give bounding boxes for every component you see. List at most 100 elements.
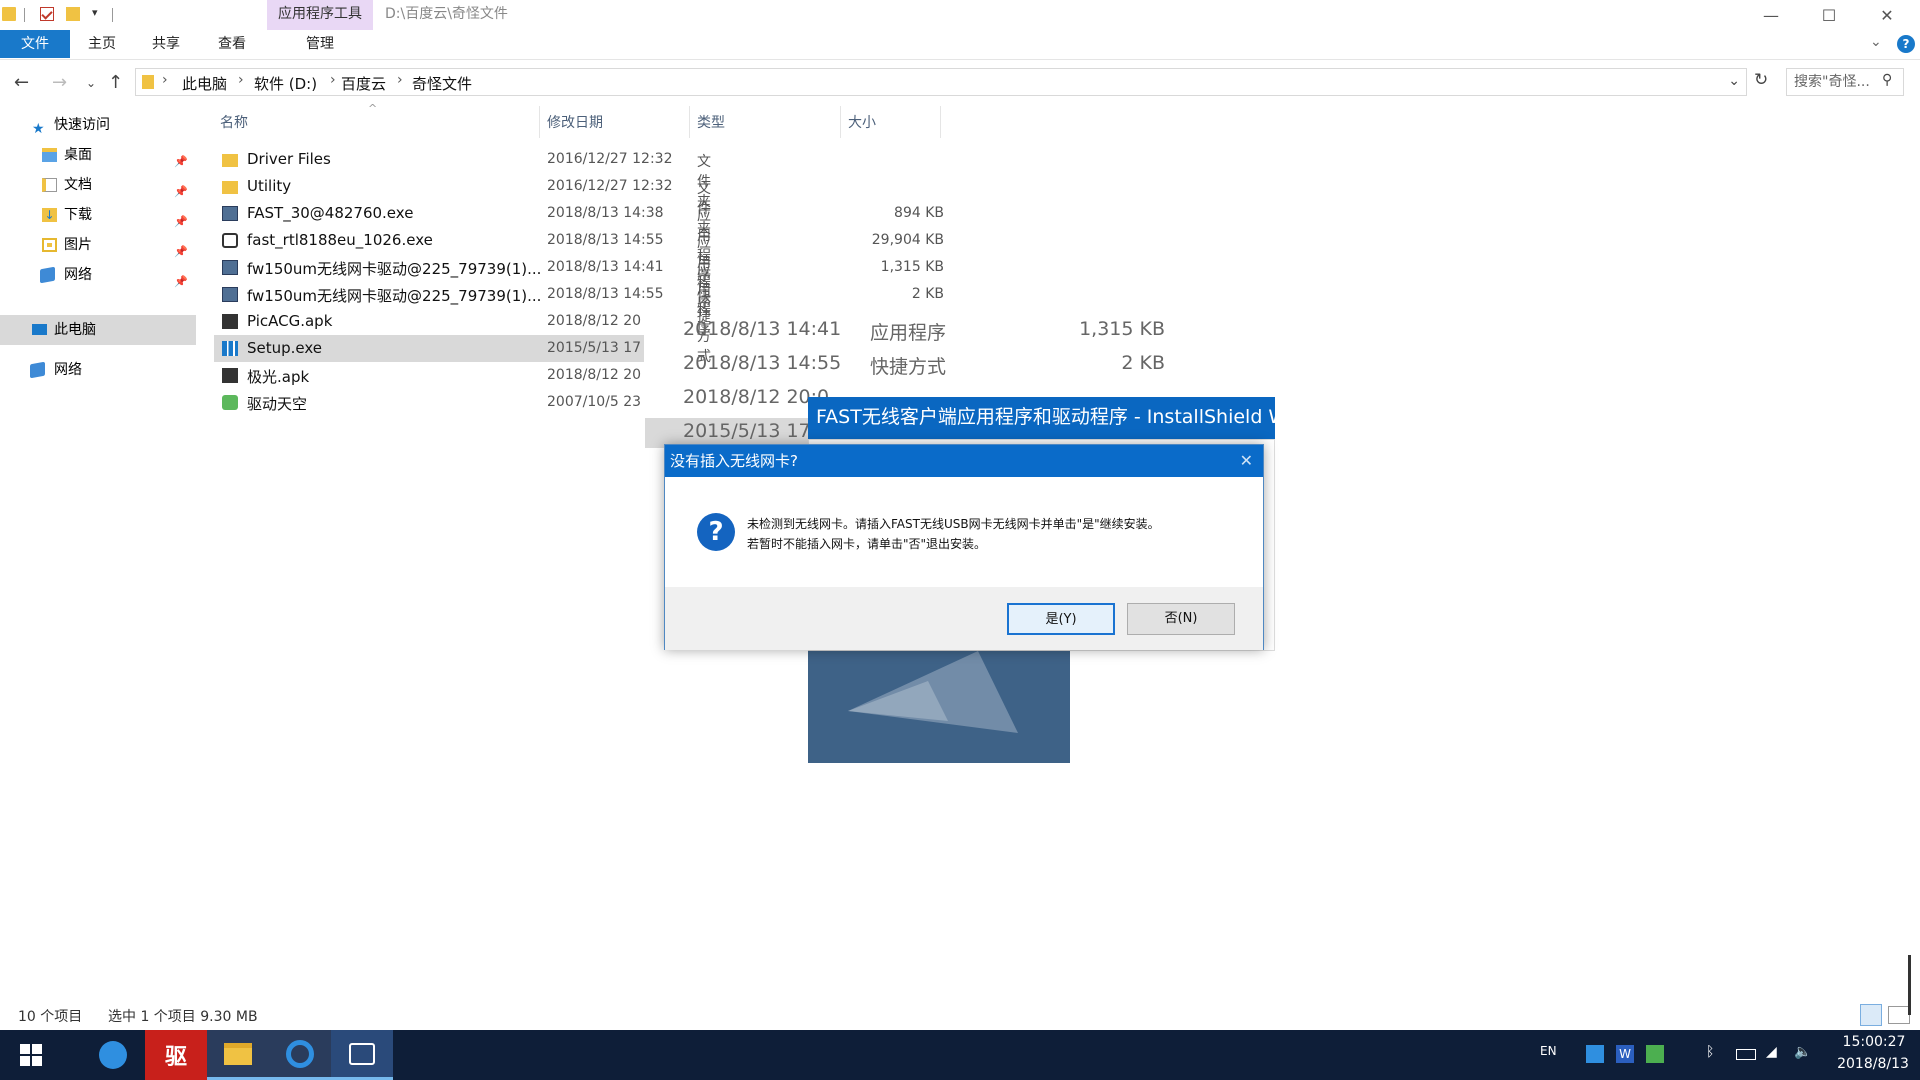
nav-item-network-pinned[interactable]: 网络 📌 xyxy=(0,260,196,290)
properties-icon[interactable] xyxy=(40,7,54,21)
maximize-button[interactable]: ☐ xyxy=(1800,0,1858,30)
tab-manage[interactable]: 管理 xyxy=(267,30,373,58)
downloads-icon: ↓ xyxy=(42,208,57,222)
file-row[interactable]: fw150um无线网卡驱动@225_79739(1)... 2018/8/13 1… xyxy=(214,254,944,338)
taskbar-app-driver-genius[interactable]: 驱 xyxy=(145,1030,207,1080)
resize-handle[interactable] xyxy=(1908,955,1911,1015)
installshield-title: FAST无线客户端应用程序和驱动程序 - InstallShield W xyxy=(808,397,1275,439)
language-indicator[interactable]: EN xyxy=(1540,1044,1557,1058)
nav-network[interactable]: 网络 xyxy=(0,355,196,385)
file-name: fw150um无线网卡驱动@225_79739(1)... xyxy=(247,260,542,278)
close-icon[interactable]: ✕ xyxy=(1240,451,1253,470)
chevron-right-icon[interactable]: › xyxy=(162,72,168,88)
back-arrow-icon[interactable]: ← xyxy=(14,72,29,93)
crumb-baiduyun[interactable]: 百度云 xyxy=(341,73,386,94)
installer-icon xyxy=(349,1042,375,1065)
address-dropdown-icon[interactable]: ⌄ xyxy=(1728,73,1740,89)
chevron-right-icon[interactable]: › xyxy=(397,72,403,88)
file-date: 2015/5/13 17 xyxy=(547,340,642,356)
taskbar-app-file-explorer[interactable] xyxy=(207,1030,269,1080)
star-icon: ★ xyxy=(32,121,45,137)
forward-arrow-icon[interactable]: → xyxy=(52,72,67,93)
tab-file[interactable]: 文件 xyxy=(0,30,70,58)
installer-icon xyxy=(222,206,238,221)
taskbar-app-installer[interactable] xyxy=(331,1030,393,1080)
close-button[interactable]: ✕ xyxy=(1858,0,1916,30)
tray-app2-icon[interactable] xyxy=(1646,1045,1664,1063)
status-bar: 10 个项目 选中 1 个项目 9.30 MB xyxy=(0,1000,1920,1030)
navigation-pane: ★ 快速访问 桌面 📌 文档 📌 ↓ 下载 📌 图片 📌 网络 📌 此电脑 网络 xyxy=(0,110,196,1000)
column-headers: ^ 名称 修改日期 类型 大小 xyxy=(214,102,944,138)
column-size[interactable]: 大小 xyxy=(848,112,876,132)
large-icons-view-icon[interactable] xyxy=(1888,1006,1910,1024)
taskbar: 驱 EN W ᛒ ◢ 🔈 15:00:27 2018/8/13 xyxy=(0,1030,1920,1080)
new-folder-icon[interactable] xyxy=(66,7,80,21)
setup-chart-icon xyxy=(222,341,238,356)
bluetooth-icon[interactable]: ᛒ xyxy=(1706,1044,1714,1060)
file-row[interactable]: fast_rtl8188eu_1026.exe 2018/8/13 14:55 应用… xyxy=(214,227,944,311)
chevron-right-icon[interactable]: › xyxy=(330,72,336,88)
file-row[interactable]: Utility 2016/12/27 12:32 文件夹 xyxy=(214,173,711,237)
pin-icon[interactable]: 📌 xyxy=(174,267,188,297)
file-row[interactable]: FAST_30@482760.exe 2018/8/13 14:38 应用程序 894… xyxy=(214,200,944,284)
clock-date[interactable]: 2018/8/13 xyxy=(1828,1056,1918,1072)
shortcut-icon xyxy=(222,395,238,410)
tab-view[interactable]: 查看 xyxy=(206,30,258,58)
battery-icon[interactable] xyxy=(1736,1049,1756,1060)
tab-share[interactable]: 共享 xyxy=(140,30,192,58)
nav-item-documents[interactable]: 文档 📌 xyxy=(0,170,196,200)
details-view-icon[interactable] xyxy=(1860,1004,1882,1026)
column-name[interactable]: 名称 xyxy=(220,112,248,132)
wifi-icon[interactable]: ◢ xyxy=(1766,1044,1777,1060)
help-icon[interactable]: ? xyxy=(1897,35,1915,53)
search-icon[interactable]: ⚲ xyxy=(1882,72,1892,88)
taskbar-app-maxthon[interactable] xyxy=(82,1030,144,1080)
file-row[interactable]: Setup.exe 2015/5/13 17 xyxy=(214,335,644,362)
crumb-weird-files[interactable]: 奇怪文件 xyxy=(412,73,472,94)
file-name: Driver Files xyxy=(247,150,331,168)
clock-time[interactable]: 15:00:27 xyxy=(1836,1034,1912,1050)
customize-quick-access-icon[interactable]: ▾ xyxy=(92,6,102,20)
ghost-size: 2 KB xyxy=(1121,352,1165,374)
network-icon xyxy=(40,266,55,284)
nav-quick-access[interactable]: ★ 快速访问 xyxy=(0,110,196,140)
nav-item-downloads[interactable]: ↓ 下载 📌 xyxy=(0,200,196,230)
expand-ribbon-icon[interactable]: ⌄ xyxy=(1870,34,1882,50)
no-button[interactable]: 否(N) xyxy=(1127,603,1235,635)
nav-this-pc[interactable]: 此电脑 xyxy=(0,315,196,345)
minimize-button[interactable]: — xyxy=(1742,0,1800,30)
chevron-right-icon[interactable]: › xyxy=(238,72,244,88)
folder-icon[interactable] xyxy=(2,7,16,21)
tab-home[interactable]: 主页 xyxy=(76,30,128,58)
file-row[interactable]: fw150um无线网卡驱动@225_79739(1)... 2018/8/13 1… xyxy=(214,281,944,365)
up-arrow-icon[interactable]: ↑ xyxy=(108,72,123,93)
folder-icon xyxy=(222,181,238,194)
crumb-this-pc[interactable]: 此电脑 xyxy=(182,73,227,94)
file-size: 29,904 KB xyxy=(871,232,944,248)
crumb-drive-d[interactable]: 软件 (D:) xyxy=(254,73,317,94)
yes-button[interactable]: 是(Y) xyxy=(1007,603,1115,635)
address-box[interactable]: › 此电脑 › 软件 (D:) › 百度云 › 奇怪文件 ⌄ xyxy=(135,68,1747,96)
file-size: 1,315 KB xyxy=(880,259,944,275)
column-type[interactable]: 类型 xyxy=(697,112,725,132)
column-date-modified[interactable]: 修改日期 xyxy=(547,112,603,132)
file-row[interactable]: 驱动天空 2007/10/5 23 xyxy=(214,389,644,416)
setup-disc-icon xyxy=(222,233,238,248)
nav-item-pictures[interactable]: 图片 📌 xyxy=(0,230,196,260)
desktop-icon xyxy=(42,148,57,162)
file-row[interactable]: PicACG.apk 2018/8/12 20 xyxy=(214,308,644,335)
refresh-icon[interactable]: ↻ xyxy=(1754,70,1768,90)
start-button[interactable] xyxy=(0,1030,62,1080)
tray-app-icon[interactable] xyxy=(1586,1045,1604,1063)
recent-locations-icon[interactable]: ⌄ xyxy=(86,76,96,90)
volume-muted-icon[interactable]: 🔈 xyxy=(1794,1044,1811,1060)
wps-icon[interactable]: W xyxy=(1616,1045,1634,1063)
item-count: 10 个项目 xyxy=(18,1009,83,1025)
apk-icon xyxy=(222,368,238,383)
file-row[interactable]: 极光.apk 2018/8/12 20 xyxy=(214,362,644,389)
installer-icon xyxy=(222,287,238,302)
installshield-banner-image xyxy=(808,651,1070,763)
taskbar-app-browser[interactable] xyxy=(269,1030,331,1080)
file-row[interactable]: Driver Files 2016/12/27 12:32 文件夹 xyxy=(214,146,711,210)
nav-item-desktop[interactable]: 桌面 📌 xyxy=(0,140,196,170)
